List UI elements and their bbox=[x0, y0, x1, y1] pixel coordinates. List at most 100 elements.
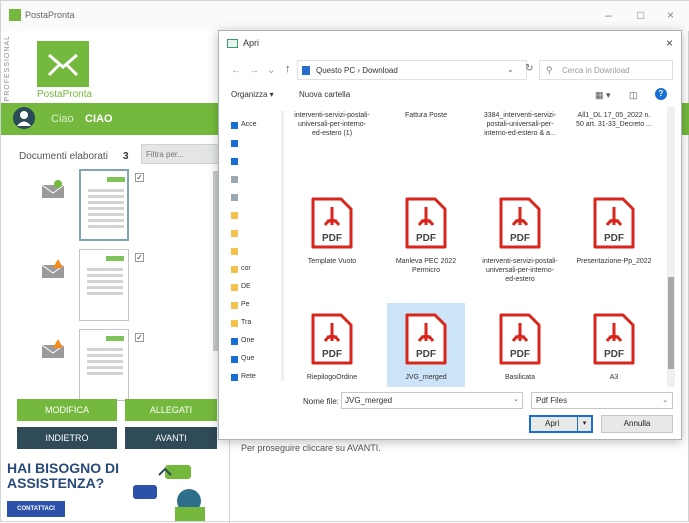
nav-item[interactable] bbox=[227, 191, 285, 205]
envelope-warning-icon bbox=[41, 259, 67, 279]
file-item[interactable]: PDF JVG_merged bbox=[387, 303, 465, 387]
pdf-file-icon: PDF bbox=[589, 311, 639, 367]
open-button[interactable]: Apri ▾ bbox=[529, 415, 593, 433]
nav-item-label: Tra bbox=[241, 319, 252, 326]
file-item[interactable]: 3384_interventi-servizi-postali-universa… bbox=[481, 107, 559, 161]
document-thumbnail[interactable] bbox=[79, 329, 129, 401]
nav-item[interactable]: Que bbox=[227, 353, 285, 367]
file-item[interactable]: PDF interventi-servizi-postali-universali… bbox=[481, 187, 559, 295]
file-item[interactable]: PDF A3 bbox=[575, 303, 653, 387]
document-thumbnail[interactable] bbox=[79, 249, 129, 321]
file-item[interactable]: PDF Manleva PEC 2022 Permicro bbox=[387, 187, 465, 295]
maximize-button[interactable]: □ bbox=[637, 8, 644, 22]
file-name: Manleva PEC 2022 Permicro bbox=[395, 258, 457, 274]
folder-icon bbox=[231, 230, 238, 237]
file-name: Template Vuoto bbox=[307, 258, 357, 265]
minimize-button[interactable]: – bbox=[605, 8, 612, 22]
file-item[interactable]: PDF Template Vuoto bbox=[293, 187, 371, 295]
folder-icon bbox=[231, 320, 238, 327]
file-list-scrollbar[interactable] bbox=[667, 107, 675, 387]
back-arrow-icon[interactable]: ← bbox=[231, 65, 241, 76]
nav-item[interactable] bbox=[227, 173, 285, 187]
file-item[interactable]: PDF Presentazione-Pp_2022 bbox=[575, 187, 653, 295]
nav-item-label: Rete bbox=[241, 373, 256, 380]
address-bar[interactable]: Questo PC › Download bbox=[297, 60, 527, 80]
new-folder-button[interactable]: Nuova cartella bbox=[299, 90, 350, 99]
file-item[interactable]: All1_DL 17_05_2022 n. 50 art. 31-33_Decr… bbox=[575, 107, 653, 161]
document-icon bbox=[231, 176, 238, 183]
nav-item[interactable] bbox=[227, 209, 285, 223]
filename-label: Nome file: bbox=[303, 397, 340, 406]
forward-arrow-icon[interactable]: → bbox=[249, 65, 259, 76]
nav-item[interactable]: Pe bbox=[227, 299, 285, 313]
modifica-button[interactable]: MODIFICA bbox=[17, 399, 117, 421]
nav-item[interactable] bbox=[227, 245, 285, 259]
pdf-file-icon: PDF bbox=[307, 195, 357, 251]
pdf-label: PDF bbox=[510, 349, 530, 360]
folder-icon bbox=[231, 212, 238, 219]
folder-icon bbox=[231, 248, 238, 255]
address-dropdown-icon[interactable]: ⌄ bbox=[507, 65, 514, 74]
file-list-scroll-thumb[interactable] bbox=[668, 277, 674, 369]
nav-item[interactable] bbox=[227, 137, 285, 151]
filter-input[interactable] bbox=[141, 144, 219, 164]
open-options-dropdown-icon[interactable]: ▾ bbox=[577, 417, 591, 431]
document-checkbox[interactable]: ✓ bbox=[135, 333, 144, 342]
view-options-icon[interactable]: ▦ ▾ bbox=[595, 90, 611, 101]
contattaci-button[interactable]: CONTATTACI bbox=[7, 501, 65, 517]
envelope-warning-icon bbox=[41, 339, 67, 359]
file-name: 3384_interventi-servizi-postali-universa… bbox=[483, 112, 557, 137]
user-avatar-icon[interactable] bbox=[13, 107, 35, 129]
file-name: interventi-servizi-postali-universali-pe… bbox=[294, 112, 370, 137]
open-file-dialog: Apri × ← → ⌄ ↑ Questo PC › Download ⌄ ↻ … bbox=[218, 30, 682, 440]
refresh-icon[interactable]: ↻ bbox=[525, 63, 533, 74]
postapronta-logo-icon bbox=[37, 41, 89, 87]
document-row[interactable]: ✓ bbox=[11, 167, 217, 247]
nav-item[interactable] bbox=[227, 155, 285, 169]
search-input[interactable]: ⚲ Cerca in Download bbox=[539, 60, 673, 80]
organize-menu[interactable]: Organizza ▾ bbox=[231, 90, 274, 99]
nav-item[interactable]: DE bbox=[227, 281, 285, 295]
nav-item-label: Que bbox=[241, 355, 255, 362]
pc-icon bbox=[231, 356, 238, 363]
file-item[interactable]: PDF RiepilogoOrdine bbox=[293, 303, 371, 387]
preview-pane-icon[interactable]: ◫ bbox=[629, 90, 638, 101]
nav-item[interactable]: Rete bbox=[227, 371, 285, 383]
avanti-button[interactable]: AVANTI bbox=[125, 427, 217, 449]
filename-input[interactable] bbox=[341, 392, 523, 409]
filetype-select[interactable]: Pdf Files ⌄ bbox=[531, 392, 673, 409]
dialog-close-button[interactable]: × bbox=[666, 36, 673, 50]
continue-hint: Per proseguire cliccare su AVANTI. bbox=[241, 443, 381, 453]
app-title: PostaPronta bbox=[25, 10, 75, 20]
document-row[interactable]: ✓ bbox=[11, 327, 217, 407]
nav-item[interactable]: Acce bbox=[227, 119, 285, 133]
cancel-button[interactable]: Annulla bbox=[601, 415, 673, 433]
filename-dropdown-icon[interactable]: ⌄ bbox=[513, 395, 519, 403]
document-checkbox[interactable]: ✓ bbox=[135, 253, 144, 262]
nav-item[interactable]: One bbox=[227, 335, 285, 349]
pdf-file-icon: PDF bbox=[307, 311, 357, 367]
network-icon bbox=[231, 374, 238, 381]
navigation-scrollbar[interactable] bbox=[281, 111, 284, 381]
documents-processed-label: Documenti elaborati bbox=[19, 151, 108, 162]
help-icon[interactable]: ? bbox=[655, 88, 667, 100]
support-illustration-icon bbox=[119, 459, 219, 521]
app-titlebar: PostaPronta – □ × bbox=[1, 1, 689, 31]
up-arrow-icon[interactable]: ↑ bbox=[285, 63, 291, 75]
file-name: All1_DL 17_05_2022 n. 50 art. 31-33_Decr… bbox=[576, 112, 652, 128]
indietro-button[interactable]: INDIETRO bbox=[17, 427, 117, 449]
file-item[interactable]: interventi-servizi-postali-universali-pe… bbox=[293, 107, 371, 161]
nav-item[interactable]: Tra bbox=[227, 317, 285, 331]
greeting-text: Ciao bbox=[51, 113, 74, 125]
allegati-button[interactable]: ALLEGATI bbox=[125, 399, 217, 421]
nav-item[interactable]: cor bbox=[227, 263, 285, 277]
document-checkbox[interactable]: ✓ bbox=[135, 173, 144, 182]
document-thumbnail[interactable] bbox=[79, 169, 129, 241]
pdf-file-icon: PDF bbox=[589, 195, 639, 251]
nav-item[interactable] bbox=[227, 227, 285, 241]
file-item[interactable]: Fattura Poste bbox=[387, 107, 465, 161]
file-item[interactable]: PDF Basilicata bbox=[481, 303, 559, 387]
close-button[interactable]: × bbox=[667, 8, 674, 22]
document-row[interactable]: ✓ bbox=[11, 247, 217, 327]
recent-dropdown-icon[interactable]: ⌄ bbox=[267, 65, 275, 76]
